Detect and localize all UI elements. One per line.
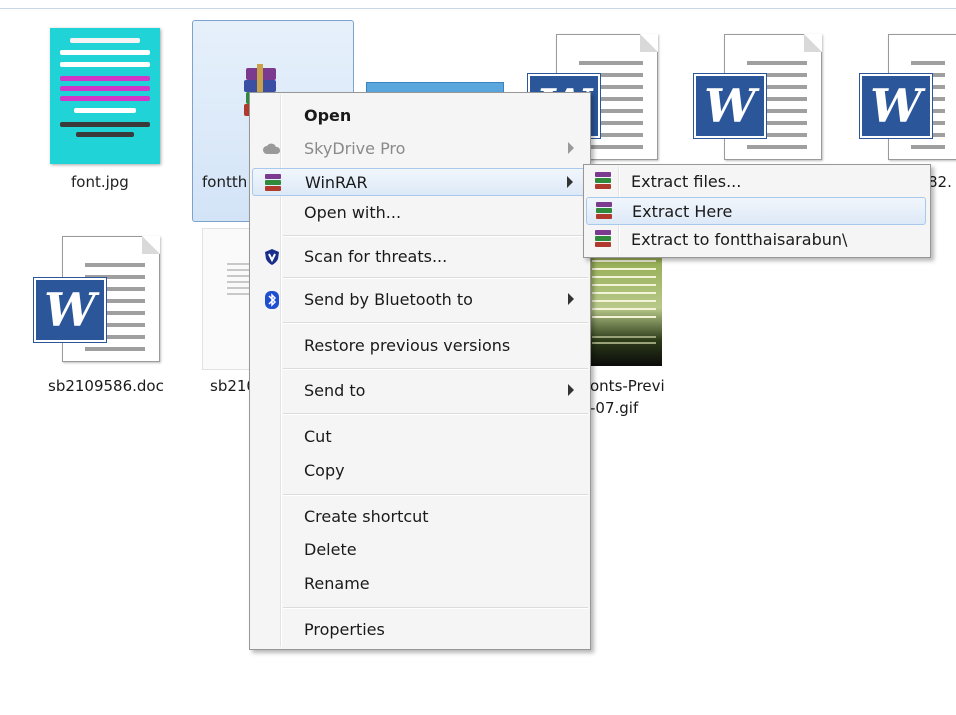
winrar-icon	[595, 202, 615, 222]
submenu-item-label: Extract Here	[632, 202, 733, 221]
menu-item-label: Scan for threats...	[304, 247, 448, 266]
menu-item-scan-for-threats[interactable]: Scan for threats...	[252, 243, 588, 271]
menu-item-delete[interactable]: Delete	[252, 536, 588, 564]
window-top-border	[0, 8, 956, 9]
file-label-line2: -07.gif	[590, 399, 639, 417]
menu-separator	[283, 494, 588, 496]
menu-item-label: Properties	[304, 620, 385, 639]
file-label: onts-Previ	[590, 377, 665, 395]
menu-item-label: Create shortcut	[304, 507, 429, 526]
menu-separator	[283, 413, 588, 415]
menu-item-send-to[interactable]: Send to	[252, 377, 588, 405]
submenu-item-label: Extract files...	[631, 172, 742, 191]
menu-item-rename[interactable]: Rename	[252, 570, 588, 598]
gif-thumbnail[interactable]	[586, 250, 662, 366]
menu-item-label: SkyDrive Pro	[304, 139, 406, 158]
menu-item-properties[interactable]: Properties	[252, 616, 588, 644]
menu-item-send-by-bluetooth[interactable]: Send by Bluetooth to	[252, 286, 588, 314]
winrar-icon	[594, 230, 614, 250]
submenu-item-extract-files[interactable]: Extract files...	[586, 168, 928, 196]
menu-separator	[283, 277, 588, 279]
menu-separator	[283, 235, 588, 237]
file-label: font.jpg	[71, 173, 129, 191]
file-label: fontth	[202, 173, 248, 191]
winrar-submenu: Extract files... Extract Here Extract to…	[583, 164, 931, 258]
menu-item-cut[interactable]: Cut	[252, 423, 588, 451]
menu-item-winrar[interactable]: WinRAR	[252, 168, 588, 196]
submenu-item-label: Extract to fontthaisarabun\	[631, 230, 848, 249]
menu-item-label: WinRAR	[305, 173, 368, 192]
winrar-icon	[263, 173, 283, 193]
menu-item-label: Send by Bluetooth to	[304, 290, 473, 309]
submenu-item-extract-here[interactable]: Extract Here	[586, 197, 926, 225]
word-icon: W	[34, 278, 106, 342]
menu-item-create-shortcut[interactable]: Create shortcut	[252, 503, 588, 531]
menu-item-label: Rename	[304, 574, 370, 593]
menu-item-open[interactable]: Open	[252, 102, 588, 130]
file-label: sb2109586.doc	[48, 377, 164, 395]
menu-item-label: Send to	[304, 381, 366, 400]
word-icon: W	[694, 74, 766, 138]
context-menu: Open SkyDrive Pro WinRAR Open with... Sc…	[249, 92, 591, 650]
font-jpg-thumbnail	[50, 28, 160, 164]
menu-item-skydrive-pro[interactable]: SkyDrive Pro	[252, 135, 588, 163]
submenu-item-extract-to-folder[interactable]: Extract to fontthaisarabun\	[586, 226, 928, 254]
winrar-icon	[594, 172, 614, 192]
menu-item-label: Open with...	[304, 203, 402, 222]
menu-separator	[283, 368, 588, 370]
menu-item-label: Cut	[304, 427, 332, 446]
submenu-arrow-icon	[568, 293, 574, 305]
menu-item-label: Restore previous versions	[304, 336, 511, 355]
cloud-icon	[262, 139, 282, 159]
shield-icon	[262, 247, 282, 267]
word-icon: W	[860, 74, 932, 138]
bluetooth-icon	[262, 290, 282, 310]
menu-item-label: Open	[304, 106, 352, 125]
menu-item-copy[interactable]: Copy	[252, 457, 588, 485]
submenu-arrow-icon	[568, 384, 574, 396]
menu-item-label: Copy	[304, 461, 345, 480]
file-label: 82.	[928, 173, 952, 191]
menu-separator	[283, 607, 588, 609]
submenu-arrow-icon	[568, 142, 574, 154]
menu-item-open-with[interactable]: Open with...	[252, 199, 588, 227]
menu-item-restore-previous-versions[interactable]: Restore previous versions	[252, 332, 588, 360]
menu-separator	[283, 322, 588, 324]
menu-item-label: Delete	[304, 540, 357, 559]
submenu-arrow-icon	[567, 176, 573, 188]
